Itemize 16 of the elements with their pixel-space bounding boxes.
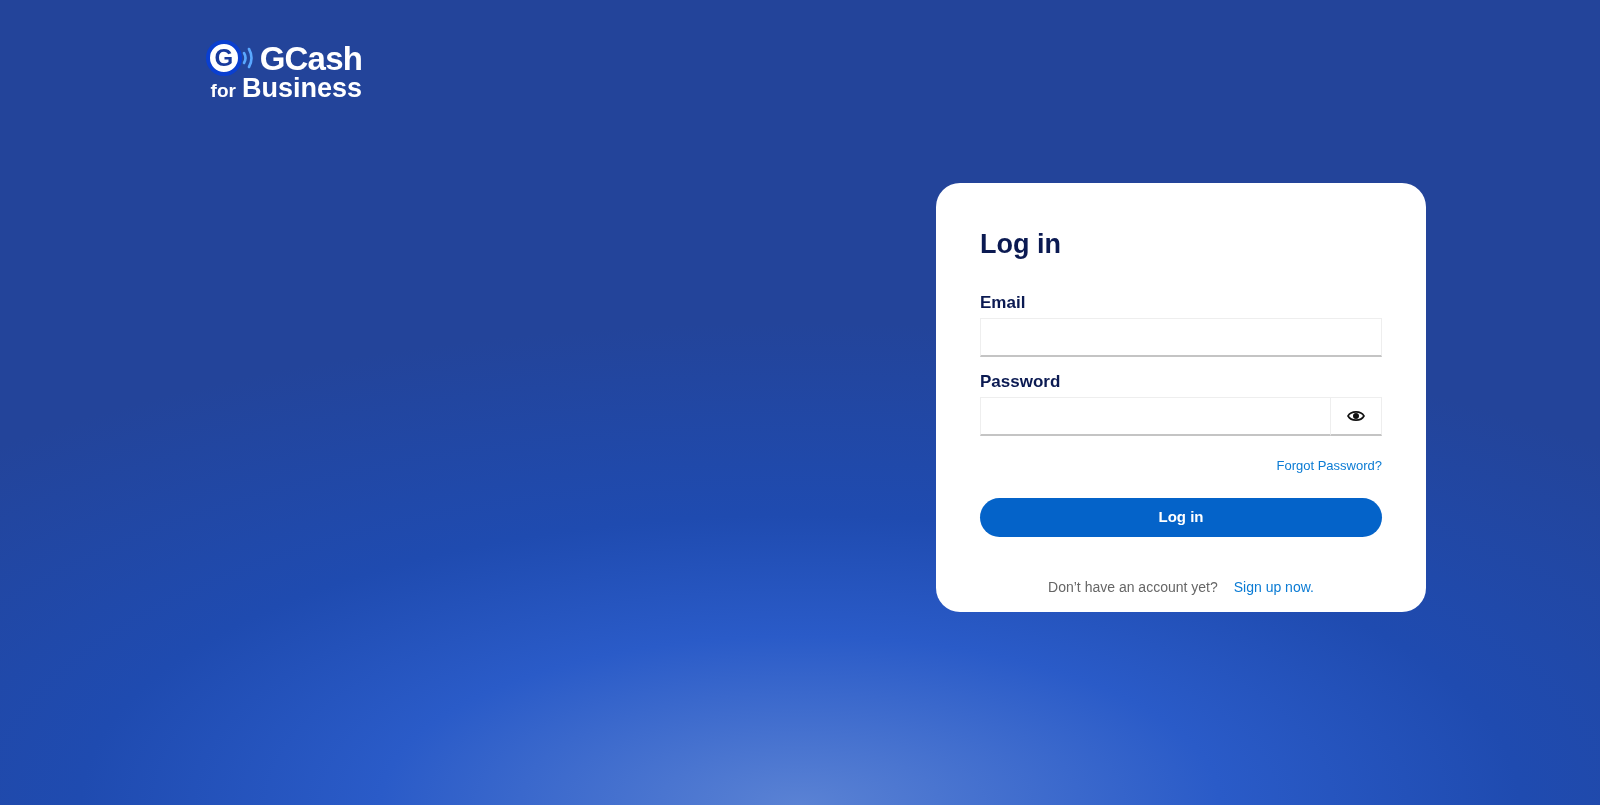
signup-prompt: Don’t have an account yet? xyxy=(1048,577,1218,597)
eye-icon xyxy=(1347,410,1365,422)
forgot-password-link[interactable]: Forgot Password? xyxy=(1276,456,1382,476)
card-title: Log in xyxy=(980,231,1062,258)
logo-mark: G xyxy=(205,40,242,76)
signal-waves-icon xyxy=(241,46,254,70)
field-label: Password xyxy=(980,373,1062,390)
signup-link[interactable]: Sign up now. xyxy=(1233,576,1314,598)
field-label: Email xyxy=(980,294,1027,311)
logo-name: GCash xyxy=(259,41,362,75)
login-button[interactable]: Log in xyxy=(980,497,1382,537)
logo-prefix: for xyxy=(210,81,236,100)
email-field[interactable] xyxy=(980,318,1382,357)
show-password-button[interactable] xyxy=(1331,397,1382,436)
password-field[interactable] xyxy=(980,397,1331,436)
logo-tagline: Business xyxy=(241,75,362,102)
